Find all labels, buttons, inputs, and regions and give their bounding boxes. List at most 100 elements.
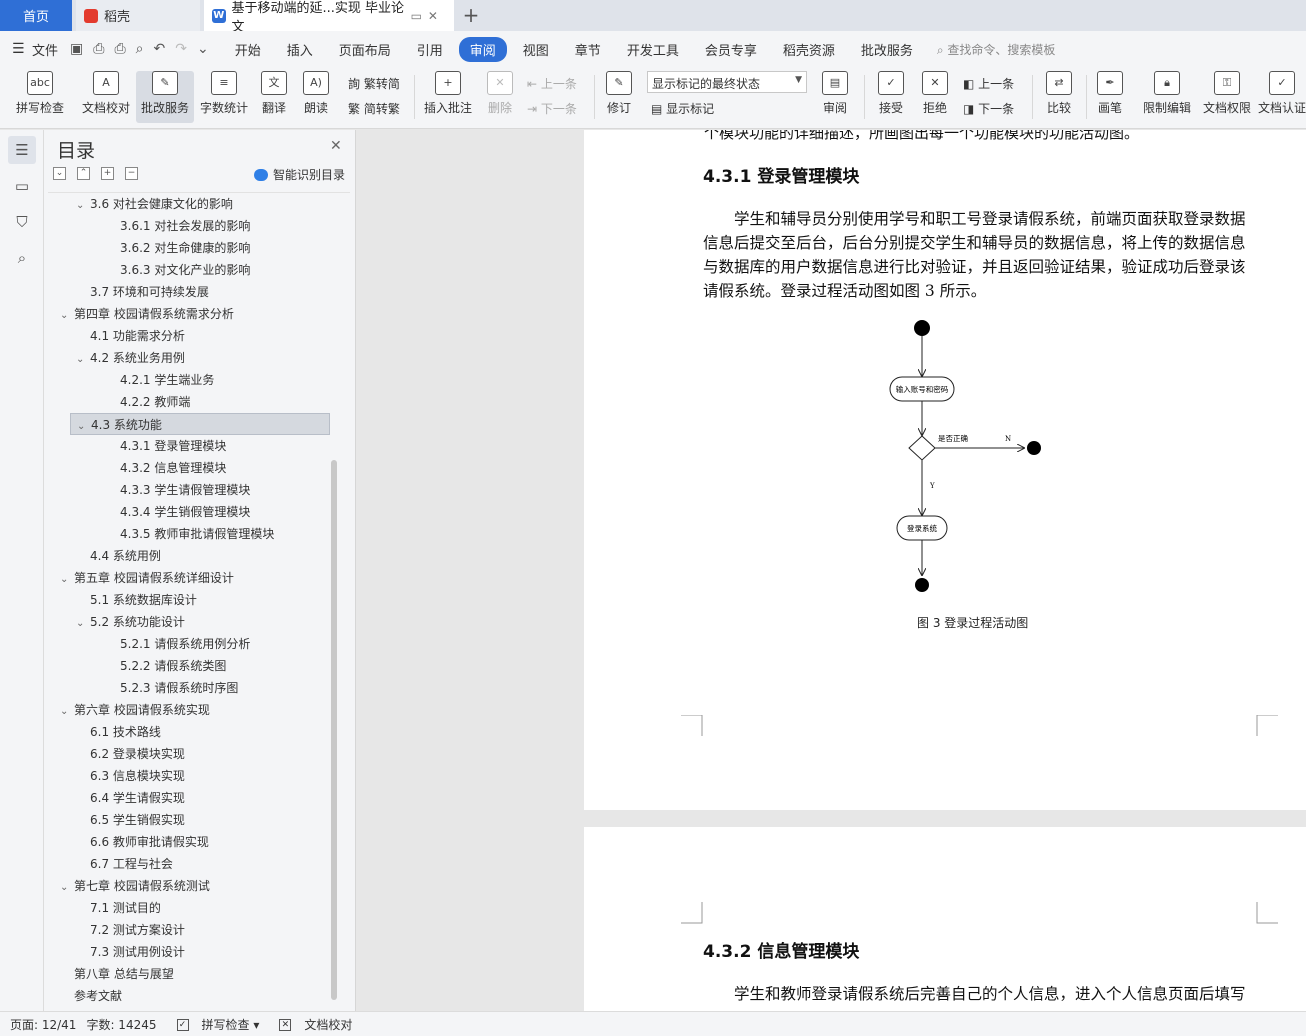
t2s-button[interactable]: 詢 繁转简 — [348, 75, 400, 92]
preview-icon[interactable]: ⌕ — [136, 41, 144, 57]
page-indicator[interactable]: 页面: 12/41 — [10, 1016, 76, 1033]
menu-item[interactable]: 会员专享 — [695, 37, 767, 62]
toc-item[interactable]: 6.3 信息模块实现 — [76, 765, 185, 787]
toc-item[interactable]: ⌄ 第五章 校园请假系统详细设计 — [60, 567, 234, 589]
toc-item[interactable]: 5.2.3 请假系统时序图 — [106, 677, 238, 699]
tab-close-icon[interactable]: ▭✕ — [411, 9, 444, 23]
doc-proof-status[interactable]: ✕ 文档校对 — [269, 1016, 352, 1033]
chevron-down-icon[interactable]: ⌄ — [76, 349, 90, 371]
toc-item[interactable]: 5.2.1 请假系统用例分析 — [106, 633, 250, 655]
expand-up-icon[interactable]: ⌃ — [77, 167, 90, 180]
close-icon[interactable]: ✕ — [330, 138, 342, 154]
pen-button[interactable]: ✒ 画笔 — [1092, 71, 1128, 123]
restrict-edit-button[interactable]: 🔒︎ 限制编辑 — [1140, 71, 1194, 123]
toc-item[interactable]: 4.3.1 登录管理模块 — [106, 435, 226, 457]
navigation-icon[interactable]: ▭ — [8, 172, 36, 200]
spell-check-button[interactable]: abc 拼写检查 — [10, 71, 70, 123]
toc-item[interactable]: 5.1 系统数据库设计 — [76, 589, 197, 611]
chevron-down-icon[interactable]: ⌄ — [60, 877, 74, 899]
prev-change-button[interactable]: ◧ 上一条 — [963, 75, 1014, 92]
toc-item[interactable]: ⌄ 第六章 校园请假系统实现 — [60, 699, 210, 721]
s2t-button[interactable]: 繁 简转繁 — [348, 100, 400, 117]
toc-item[interactable]: 4.3.5 教师审批请假管理模块 — [106, 523, 274, 545]
add-heading-icon[interactable]: + — [101, 167, 114, 180]
toc-item[interactable]: ⌄ 4.2 系统业务用例 — [76, 347, 185, 369]
toc-item[interactable]: ⌄ 3.6 对社会健康文化的影响 — [76, 193, 233, 215]
chevron-down-icon[interactable]: ⌄ — [60, 701, 74, 723]
translate-button[interactable]: 文翻译 — [255, 71, 293, 123]
menu-item[interactable]: 引用 — [407, 37, 453, 62]
toc-item[interactable]: 6.1 技术路线 — [76, 721, 161, 743]
redo-icon[interactable]: ↷ — [175, 41, 187, 57]
menu-item[interactable]: 开始 — [225, 37, 271, 62]
review-pane-button[interactable]: ▤ 审阅 — [816, 71, 854, 123]
export-icon[interactable]: ⎙ — [93, 41, 104, 57]
menu-item[interactable]: 开发工具 — [617, 37, 689, 62]
document-canvas[interactable]: 个模块功能的详细描述，所画图出每一个功能模块的功能活动图。 4.3.1 登录管理… — [357, 130, 1306, 1011]
remove-heading-icon[interactable]: − — [125, 167, 138, 180]
smart-toc-button[interactable]: 智能识别目录 — [254, 166, 345, 183]
command-search[interactable]: ⌕ 查找命令、搜索模板 — [937, 41, 1056, 58]
undo-icon[interactable]: ↶ — [154, 41, 166, 57]
toc-item[interactable]: 6.7 工程与社会 — [76, 853, 173, 875]
toc-item[interactable]: 4.1 功能需求分析 — [76, 325, 185, 347]
menu-item[interactable]: 页面布局 — [329, 37, 401, 62]
save-icon[interactable]: ▣ — [70, 41, 83, 57]
insert-comment-button[interactable]: + 插入批注 — [422, 71, 474, 123]
toc-item[interactable]: 4.2.2 教师端 — [106, 391, 190, 413]
toc-item[interactable]: 第八章 总结与展望 — [60, 963, 174, 985]
new-tab-icon[interactable]: + — [460, 4, 482, 26]
next-comment-button[interactable]: ⇥ 下一条 — [527, 100, 577, 117]
accept-button[interactable]: ✓ 接受 — [872, 71, 910, 123]
toc-item[interactable]: 6.6 教师审批请假实现 — [76, 831, 209, 853]
spell-check-status[interactable]: ✓ 拼写检查 ▾ — [167, 1016, 259, 1033]
menu-item[interactable]: 插入 — [277, 37, 323, 62]
next-change-button[interactable]: ◨ 下一条 — [963, 100, 1014, 117]
toc-item[interactable]: 3.6.1 对社会发展的影响 — [106, 215, 250, 237]
markup-state-select[interactable]: 显示标记的最终状态 ▼ — [647, 71, 807, 93]
toc-scrollbar[interactable] — [331, 460, 337, 1000]
word-count-button[interactable]: ≡ 字数统计 — [198, 71, 250, 123]
doc-certify-button[interactable]: ✓ 文档认证 — [1258, 71, 1306, 123]
chevron-down-icon[interactable]: ⌄ — [60, 305, 74, 327]
toc-item[interactable]: 3.6.2 对生命健康的影响 — [106, 237, 250, 259]
collapse-all-icon[interactable]: ⌄ — [53, 167, 66, 180]
menu-item[interactable]: 批改服务 — [851, 37, 923, 62]
read-aloud-button[interactable]: A) 朗读 — [298, 71, 334, 123]
toc-item[interactable]: ⌄ 第七章 校园请假系统测试 — [60, 875, 210, 897]
correction-service-button[interactable]: ✎ 批改服务 — [136, 71, 194, 123]
chevron-down-icon[interactable]: ⌄ — [77, 416, 91, 438]
search-icon[interactable]: ⌕ — [8, 244, 36, 272]
more-icon[interactable]: ⌄ — [197, 41, 209, 57]
prev-comment-button[interactable]: ⇤ 上一条 — [527, 75, 577, 92]
doc-proof-button[interactable]: A 文档校对 — [78, 71, 134, 123]
toc-item[interactable]: 参考文献 — [60, 985, 122, 1007]
toc-item[interactable]: 5.2.2 请假系统类图 — [106, 655, 226, 677]
menu-item[interactable]: 审阅 — [458, 36, 507, 62]
tab-home[interactable]: 首页 — [0, 0, 72, 31]
track-changes-button[interactable]: ✎ 修订 — [600, 71, 638, 123]
toc-icon[interactable]: ☰ — [8, 136, 36, 164]
toc-item[interactable]: 6.4 学生请假实现 — [76, 787, 185, 809]
toc-item[interactable]: 4.3.3 学生请假管理模块 — [106, 479, 250, 501]
show-markup-button[interactable]: ▤ 显示标记 — [651, 100, 714, 117]
bookmark-icon[interactable]: ⛉ — [8, 208, 36, 236]
print-icon[interactable]: ⎙ — [114, 41, 125, 57]
toc-item[interactable]: 7.3 测试用例设计 — [76, 941, 185, 963]
toc-item[interactable]: 3.7 环境和可持续发展 — [76, 281, 209, 303]
delete-comment-button[interactable]: ✕ 删除 — [481, 71, 519, 123]
tab-daoke[interactable]: 稻壳 — [76, 0, 200, 31]
menu-item[interactable]: 稻壳资源 — [773, 37, 845, 62]
compare-button[interactable]: ⇄ 比较 — [1040, 71, 1078, 123]
toc-item[interactable]: 7.1 测试目的 — [76, 897, 161, 919]
toc-item[interactable]: ⌄ 第四章 校园请假系统需求分析 — [60, 303, 234, 325]
toc-item[interactable]: 4.2.1 学生端业务 — [106, 369, 214, 391]
toc-item[interactable]: ⌄ 4.3 系统功能 — [70, 413, 330, 435]
menu-item[interactable]: 章节 — [565, 37, 611, 62]
toc-item[interactable]: 6.2 登录模块实现 — [76, 743, 185, 765]
toc-item[interactable]: 4.3.4 学生销假管理模块 — [106, 501, 250, 523]
doc-permission-button[interactable]: ⚿ 文档权限 — [1200, 71, 1254, 123]
chevron-down-icon[interactable]: ⌄ — [76, 613, 90, 635]
toc-item[interactable]: 3.6.3 对文化产业的影响 — [106, 259, 250, 281]
menu-item[interactable]: 视图 — [513, 37, 559, 62]
